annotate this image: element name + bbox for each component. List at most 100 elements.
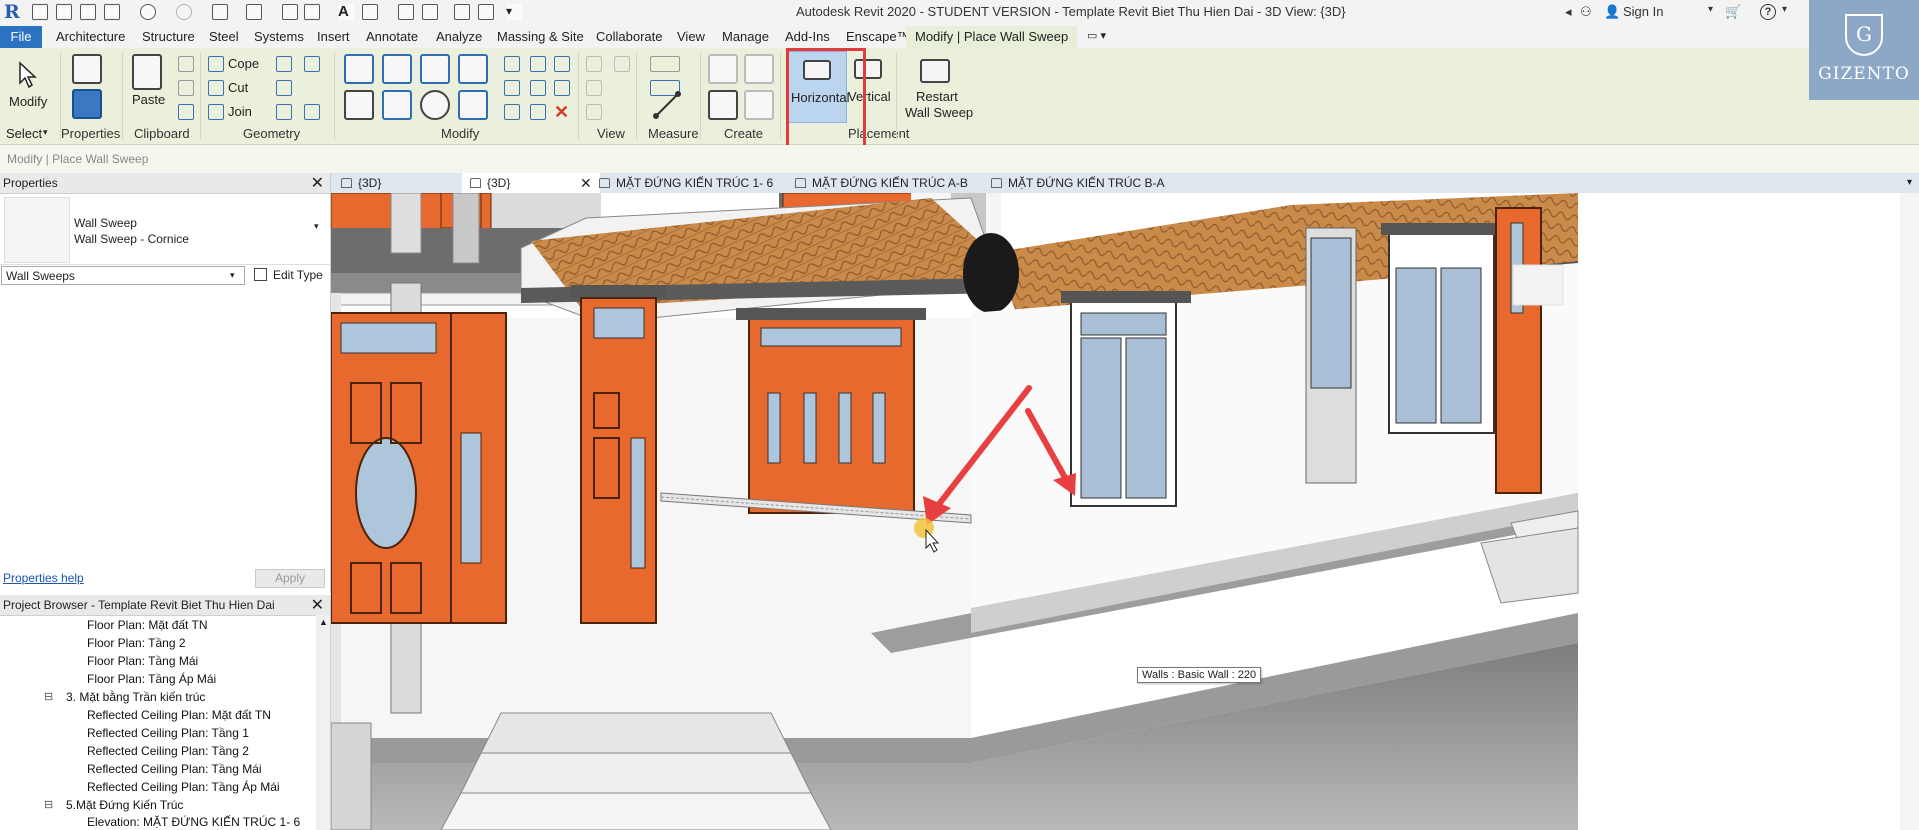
tree-item[interactable]: Elevation: MẶT ĐỨNG KIẾN TRÚC 1- 6 xyxy=(87,815,300,829)
remove-paint-icon[interactable] xyxy=(304,104,320,120)
cut-clipboard-icon[interactable] xyxy=(178,56,194,72)
tab-file[interactable]: File xyxy=(0,26,42,48)
scale-icon[interactable] xyxy=(504,104,520,120)
create-group-icon[interactable] xyxy=(708,90,738,120)
tree-item[interactable]: Floor Plan: Tầng Mái xyxy=(87,654,198,668)
help-dropdown-icon[interactable]: ▾ xyxy=(1782,4,1787,15)
split-element-icon[interactable] xyxy=(504,56,520,72)
switch-windows-icon[interactable] xyxy=(478,4,494,20)
pin-icon[interactable] xyxy=(530,104,546,120)
help-icon[interactable]: ? xyxy=(1760,4,1776,20)
type-name[interactable]: Wall Sweep - Cornice xyxy=(74,232,189,246)
close-tab-icon[interactable]: ✕ xyxy=(580,173,592,193)
redo-icon[interactable] xyxy=(176,4,192,20)
close-hidden-icon[interactable] xyxy=(454,4,470,20)
3d-viewport[interactable] xyxy=(331,193,1919,830)
match-properties-icon[interactable] xyxy=(178,104,194,120)
tag-icon[interactable] xyxy=(304,4,320,20)
type-properties-icon[interactable] xyxy=(72,54,102,84)
tab-massing-site[interactable]: Massing & Site xyxy=(497,29,584,44)
edit-type-button[interactable]: Edit Type xyxy=(251,266,325,285)
offset-icon[interactable] xyxy=(382,54,412,84)
paint-icon[interactable] xyxy=(276,104,292,120)
unpin-icon[interactable] xyxy=(530,80,546,96)
tab-overflow-icon[interactable]: ▾ xyxy=(1907,173,1912,193)
wall-joins-icon[interactable] xyxy=(276,80,292,96)
paste-label[interactable]: Paste xyxy=(132,92,165,107)
cloud-icon[interactable] xyxy=(104,4,120,20)
contextual-switch-icon[interactable]: ▭ ▾ xyxy=(1087,29,1106,42)
tab-structure[interactable]: Structure xyxy=(142,29,195,44)
cart-icon[interactable]: 🛒 xyxy=(1725,4,1741,20)
view-tab-elevation-b-a[interactable]: MẶT ĐỨNG KIẾN TRÚC B-A xyxy=(991,173,1165,193)
tab-analyze[interactable]: Analyze xyxy=(436,29,482,44)
tab-view[interactable]: View xyxy=(677,29,705,44)
view-tab-elevation-a-b[interactable]: MẶT ĐỨNG KIẾN TRÚC A-B xyxy=(795,173,968,193)
type-family-name[interactable]: Wall Sweep xyxy=(74,216,137,230)
browser-close-icon[interactable]: ✕ xyxy=(311,595,324,615)
tab-modify-place-wall-sweep[interactable]: Modify | Place Wall Sweep xyxy=(906,26,1078,48)
tab-enscape[interactable]: Enscape™ xyxy=(846,29,910,44)
extend-icon[interactable] xyxy=(554,80,570,96)
tree-group[interactable]: 5.Mặt Đứng Kiến Trúc xyxy=(66,798,183,812)
align-icon[interactable] xyxy=(344,54,374,84)
view-tab-elevation-1-6[interactable]: MẶT ĐỨNG KIẾN TRÚC 1- 6 xyxy=(599,173,773,193)
mirror-line-icon[interactable] xyxy=(458,54,488,84)
cope-button[interactable]: Cope xyxy=(228,56,259,71)
join-icon[interactable] xyxy=(208,104,224,120)
customize-qat-icon[interactable]: ▾ xyxy=(506,4,522,20)
scroll-up-icon[interactable]: ▲ xyxy=(319,617,328,627)
sync-icon[interactable] xyxy=(80,4,96,20)
open-icon[interactable] xyxy=(32,4,48,20)
select-dropdown-icon[interactable]: ▾ xyxy=(43,127,48,138)
3d-view-icon[interactable] xyxy=(362,4,378,20)
collapse-toggle-icon[interactable]: ⊟ xyxy=(44,690,53,703)
text-icon[interactable]: A xyxy=(338,4,354,20)
properties-toggle-icon[interactable] xyxy=(72,89,102,119)
select-dropdown[interactable]: Select xyxy=(6,126,42,141)
cut-button[interactable]: Cut xyxy=(228,80,248,95)
tree-item[interactable]: Floor Plan: Tầng Áp Mái xyxy=(87,672,216,686)
print-icon[interactable] xyxy=(212,4,228,20)
revit-logo-icon[interactable]: R xyxy=(4,2,24,22)
tree-item[interactable]: Floor Plan: Mặt đất TN xyxy=(87,618,208,632)
cope-icon[interactable] xyxy=(208,56,224,72)
view-tab-3d-active[interactable]: {3D} ✕ xyxy=(462,173,600,193)
category-filter-select[interactable]: Wall Sweeps ▾ xyxy=(1,266,245,285)
tab-insert[interactable]: Insert xyxy=(317,29,350,44)
demolish-icon[interactable] xyxy=(304,56,320,72)
tree-item[interactable]: Reflected Ceiling Plan: Tầng Áp Mái xyxy=(87,780,280,794)
copy-clipboard-icon[interactable] xyxy=(178,80,194,96)
tab-manage[interactable]: Manage xyxy=(722,29,769,44)
join-button[interactable]: Join xyxy=(228,104,252,119)
tab-steel[interactable]: Steel xyxy=(209,29,239,44)
view-tab-3d-1[interactable]: {3D} xyxy=(341,173,461,193)
sign-in-link[interactable]: Sign In xyxy=(1623,4,1663,19)
modify-tool-button[interactable]: Modify xyxy=(6,52,50,122)
split-face-icon[interactable] xyxy=(276,56,292,72)
undo-icon[interactable] xyxy=(140,4,156,20)
properties-close-icon[interactable]: ✕ xyxy=(311,173,324,193)
copy-icon[interactable] xyxy=(382,90,412,120)
hide-icon[interactable] xyxy=(586,56,602,72)
nav-arrow-icon[interactable]: ◂ xyxy=(1565,4,1572,20)
trim-corner-icon[interactable] xyxy=(554,56,570,72)
tab-systems[interactable]: Systems xyxy=(254,29,304,44)
measure-icon[interactable] xyxy=(246,4,262,20)
delete-icon[interactable]: ✕ xyxy=(554,102,569,123)
tree-item[interactable]: Reflected Ceiling Plan: Tầng 2 xyxy=(87,744,249,758)
tree-item[interactable]: Reflected Ceiling Plan: Tầng Mái xyxy=(87,762,262,776)
move-icon[interactable] xyxy=(344,90,374,120)
binoculars-icon[interactable]: ⚇ xyxy=(1580,4,1592,20)
rotate-icon[interactable] xyxy=(420,90,450,120)
type-selector-dropdown-icon[interactable]: ▾ xyxy=(314,221,319,232)
create-parts-icon[interactable] xyxy=(744,54,774,84)
tree-item[interactable]: Reflected Ceiling Plan: Tầng 1 xyxy=(87,726,249,740)
create-similar-icon[interactable] xyxy=(744,90,774,120)
tree-item[interactable]: Reflected Ceiling Plan: Mặt đất TN xyxy=(87,708,271,722)
trim-extend-icon[interactable] xyxy=(458,90,488,120)
linework-icon[interactable] xyxy=(586,104,602,120)
navigation-bar[interactable] xyxy=(1900,193,1919,830)
properties-help-link[interactable]: Properties help xyxy=(3,571,84,585)
split-gap-icon[interactable] xyxy=(530,56,546,72)
